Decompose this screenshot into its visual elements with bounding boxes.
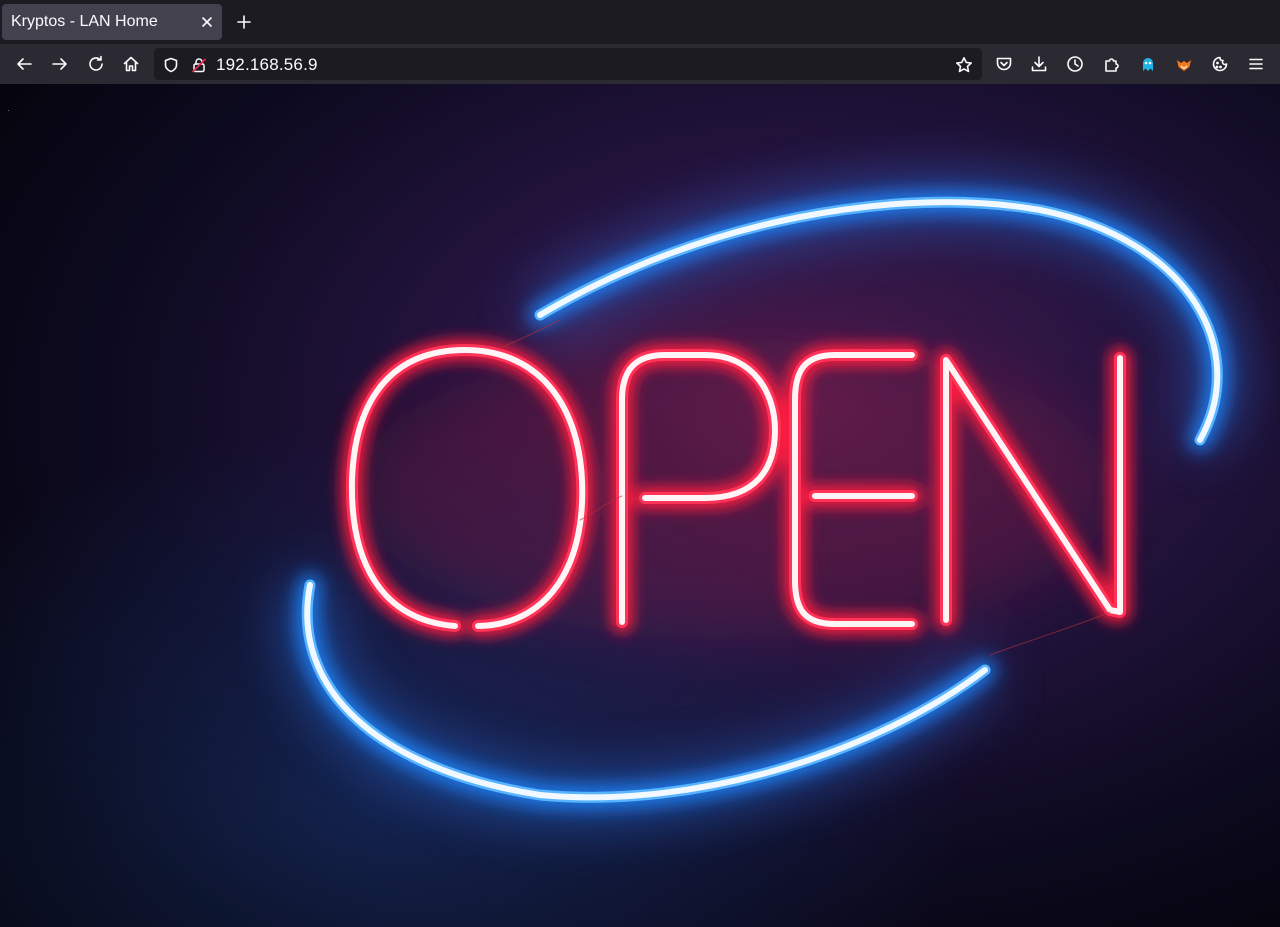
tab-strip: Kryptos - LAN Home	[0, 0, 1280, 44]
url-text[interactable]: 192.168.56.9	[216, 55, 318, 75]
forward-arrow-icon[interactable]	[49, 53, 71, 75]
bookmark-star-icon[interactable]	[955, 56, 973, 74]
tab-kryptos-lan-home[interactable]: Kryptos - LAN Home	[2, 4, 222, 40]
downloads-icon[interactable]	[1028, 53, 1050, 75]
home-icon[interactable]	[120, 53, 142, 75]
tab-title: Kryptos - LAN Home	[11, 13, 158, 30]
insecure-lock-icon[interactable]	[190, 56, 208, 74]
tracking-protection-shield-icon[interactable]	[162, 56, 180, 74]
foxyproxy-fox-icon[interactable]	[1173, 53, 1195, 75]
tab-close-icon[interactable]	[198, 13, 216, 31]
navigation-toolbar: 192.168.56.9 0	[0, 44, 1280, 108]
page-viewport	[0, 84, 1280, 927]
hamburger-menu-icon[interactable]	[1245, 53, 1267, 75]
extensions-puzzle-icon[interactable]	[1101, 53, 1123, 75]
new-tab-plus-icon[interactable]	[234, 12, 254, 32]
back-arrow-icon[interactable]	[13, 53, 35, 75]
page-speck	[8, 110, 9, 111]
history-clock-icon[interactable]	[1064, 53, 1086, 75]
cookie-icon[interactable]	[1209, 53, 1231, 75]
neon-open-sign-image	[0, 84, 1280, 927]
extension-blue-icon[interactable]	[1137, 53, 1159, 75]
reload-icon[interactable]	[85, 53, 107, 75]
pocket-icon[interactable]	[993, 53, 1015, 75]
address-bar[interactable]: 192.168.56.9	[154, 48, 982, 80]
